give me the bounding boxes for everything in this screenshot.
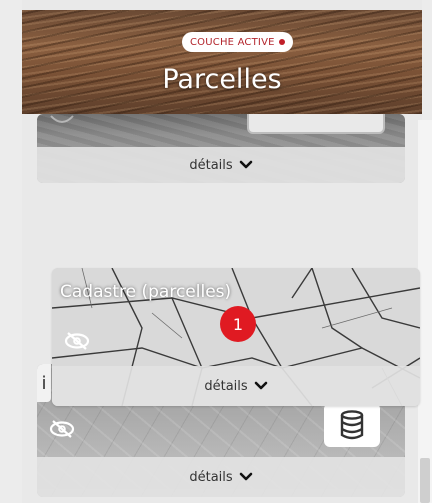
toggle-visibility-button[interactable] [60, 324, 94, 358]
layer-card-cadastre[interactable]: Cadastre (parcelles) 1 détails [52, 268, 420, 406]
chevron-down-icon [239, 472, 252, 481]
eye-slash-icon[interactable] [49, 114, 75, 128]
scrollbar-thumb[interactable] [420, 458, 430, 503]
chevron-down-icon [254, 381, 267, 390]
details-label: détails [189, 469, 233, 485]
details-button[interactable]: détails [37, 147, 405, 183]
layer-title: Cadastre (parcelles) [60, 282, 232, 302]
feature-count-badge: 1 [220, 306, 256, 342]
toggle-visibility-button[interactable] [45, 412, 79, 446]
layer-card-0[interactable]: détails [37, 114, 405, 183]
active-layer-badge: COUCHE ACTIVE [182, 32, 293, 52]
active-layer-badge-label: COUCHE ACTIVE [190, 36, 275, 48]
details-label: détails [189, 157, 233, 173]
eye-slash-icon [49, 420, 75, 438]
active-layer-header: COUCHE ACTIVE Parcelles [22, 10, 422, 114]
database-icon [340, 410, 364, 440]
layer-card-0-overlay [247, 114, 385, 134]
chevron-down-icon [239, 160, 252, 169]
page-title: Parcelles [162, 64, 282, 95]
layer-source-button[interactable] [324, 403, 380, 447]
active-dot-icon [278, 39, 285, 45]
scrollbar-track[interactable] [418, 120, 432, 503]
eye-slash-icon [64, 332, 90, 350]
details-label: détails [204, 378, 248, 394]
info-tab[interactable]: i [37, 364, 51, 402]
info-icon: i [41, 372, 47, 394]
details-button[interactable]: détails [52, 366, 420, 406]
details-button[interactable]: détails [37, 457, 405, 497]
